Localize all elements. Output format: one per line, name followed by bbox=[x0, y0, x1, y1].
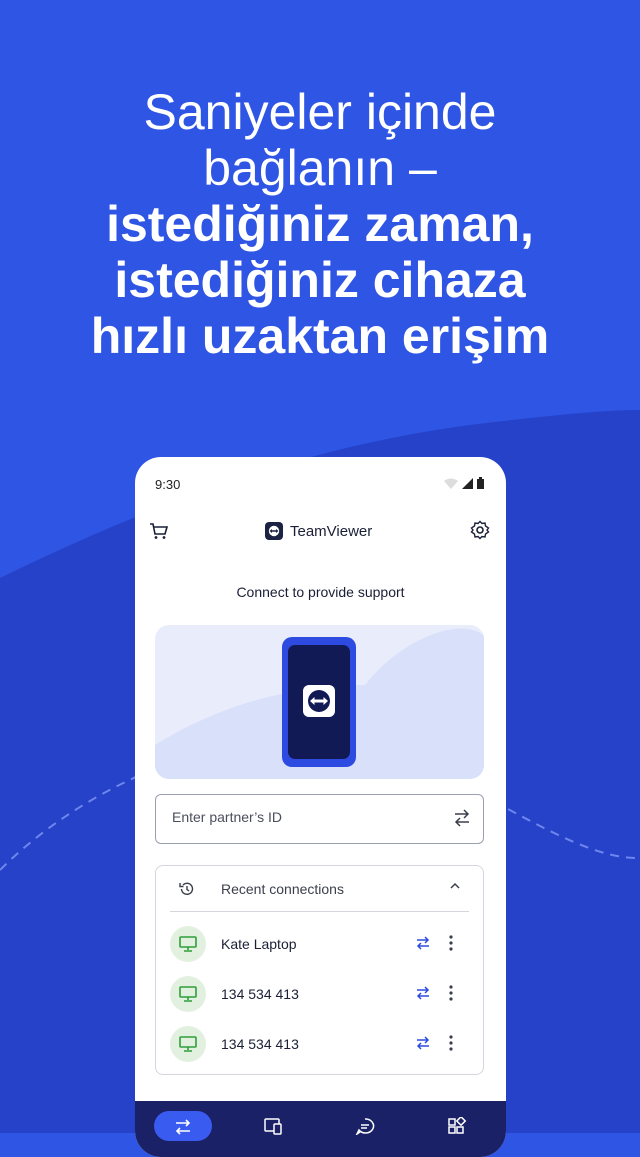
signal-icon bbox=[462, 477, 473, 489]
recent-connection-row[interactable]: 134 534 413 bbox=[156, 1024, 483, 1064]
headline: Saniyeler içinde bağlanın – istediğiniz … bbox=[0, 84, 640, 364]
connect-arrows-icon[interactable] bbox=[416, 1036, 430, 1050]
phone-illustration bbox=[155, 625, 484, 779]
history-icon bbox=[179, 882, 194, 895]
brand: TeamViewer bbox=[265, 522, 372, 540]
recent-connections-header[interactable]: Recent connections bbox=[156, 866, 483, 911]
headline-line-3: istediğiniz zaman, bbox=[106, 196, 534, 252]
teamviewer-logo-icon bbox=[265, 522, 283, 540]
connection-name: Kate Laptop bbox=[221, 936, 297, 952]
chevron-up-icon[interactable] bbox=[449, 882, 461, 890]
connection-name: 134 534 413 bbox=[221, 986, 299, 1002]
devices-icon[interactable] bbox=[263, 1117, 283, 1135]
computer-icon bbox=[170, 926, 206, 962]
apps-icon[interactable] bbox=[447, 1117, 467, 1135]
recent-connection-row[interactable]: Kate Laptop bbox=[156, 924, 483, 964]
computer-icon bbox=[170, 1026, 206, 1062]
headline-line-1: Saniyeler içinde bbox=[143, 84, 497, 140]
connect-arrows-icon[interactable] bbox=[416, 936, 430, 950]
recent-connections-title: Recent connections bbox=[221, 881, 344, 897]
app-bar: TeamViewer bbox=[135, 513, 506, 553]
nav-item-connect[interactable] bbox=[154, 1111, 212, 1141]
battery-icon bbox=[477, 477, 484, 489]
more-options-icon[interactable] bbox=[448, 1034, 454, 1052]
more-options-icon[interactable] bbox=[448, 934, 454, 952]
connect-text: Connect to provide support bbox=[236, 584, 405, 600]
partner-id-input[interactable] bbox=[170, 808, 434, 826]
gear-icon[interactable] bbox=[470, 520, 490, 540]
partner-id-field[interactable] bbox=[155, 794, 484, 844]
recent-connection-row[interactable]: 134 534 413 bbox=[156, 974, 483, 1014]
headline-line-2: bağlanın – bbox=[203, 140, 437, 196]
status-icons bbox=[444, 477, 484, 489]
chat-icon[interactable] bbox=[355, 1117, 375, 1135]
wifi-icon bbox=[444, 478, 458, 489]
more-options-icon[interactable] bbox=[448, 984, 454, 1002]
phone-screen: 9:30 TeamViewer Connect to provide suppo… bbox=[135, 457, 506, 1157]
bottom-nav bbox=[135, 1101, 506, 1157]
computer-icon bbox=[170, 976, 206, 1012]
status-time: 9:30 bbox=[155, 477, 181, 492]
connect-arrows-icon[interactable] bbox=[453, 808, 471, 828]
connect-arrows-icon[interactable] bbox=[416, 986, 430, 1000]
headline-line-5: hızlı uzaktan erişim bbox=[90, 308, 550, 364]
headline-line-4: istediğiniz cihaza bbox=[114, 252, 526, 308]
divider bbox=[170, 911, 469, 912]
recent-connections-card: Recent connections Kate Laptop 134 534 4… bbox=[155, 865, 484, 1075]
connection-name: 134 534 413 bbox=[221, 1036, 299, 1052]
cart-icon[interactable] bbox=[149, 521, 169, 541]
app-title: TeamViewer bbox=[290, 522, 373, 540]
